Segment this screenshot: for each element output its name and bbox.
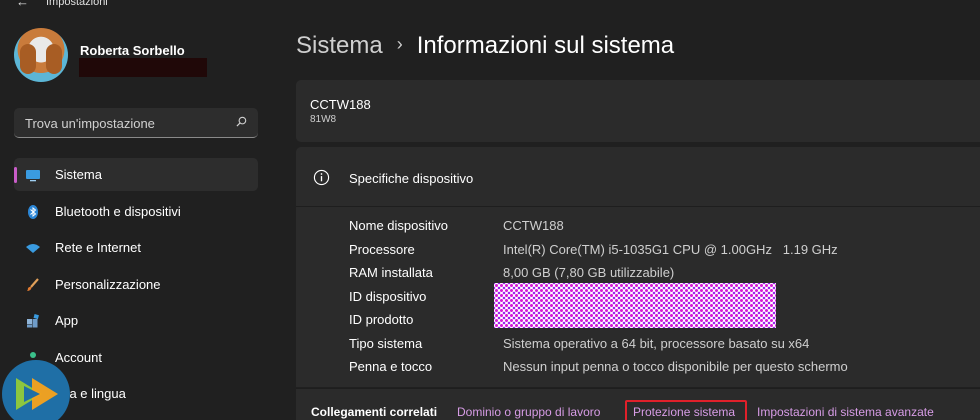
user-profile[interactable]: Roberta Sorbello (14, 28, 264, 88)
domain-workgroup-link[interactable]: Dominio o gruppo di lavoro (457, 405, 600, 419)
chevron-right-icon: › (396, 34, 403, 54)
sidebar-item-label: Bluetooth e dispositivi (55, 203, 181, 219)
apps-icon (27, 314, 39, 328)
advanced-system-settings-link[interactable]: Impostazioni di sistema avanzate (757, 405, 934, 419)
spec-label: ID prodotto (349, 312, 414, 327)
spec-label: ID dispositivo (349, 288, 427, 304)
sidebar-item-label: App (55, 313, 79, 328)
sidebar-item-personalizzazione[interactable]: Personalizzazione (14, 268, 258, 301)
bluetooth-icon (28, 204, 38, 219)
spec-value: Sistema operativo a 64 bit, processore b… (503, 335, 810, 351)
logo-icon (16, 378, 58, 410)
spec-value: Intel(R) Core(TM) i5-1035G1 CPU @ 1.00GH… (503, 241, 838, 257)
search-placeholder: Trova un'impostazione (25, 116, 155, 131)
spec-value: CCTW188 (503, 218, 564, 233)
device-name: CCTW188 (310, 97, 371, 112)
redacted-ids (494, 283, 776, 328)
spec-value: 8,00 GB (7,80 GB utilizzabile) (503, 265, 675, 280)
monitor-icon (26, 170, 40, 182)
spec-label: Penna e tocco (349, 359, 433, 374)
sidebar-item-bluetooth[interactable]: Bluetooth e dispositivi (14, 195, 258, 228)
sidebar-item-label: Sistema (55, 167, 102, 182)
related-label: Collegamenti correlati (311, 405, 438, 419)
logo-badge (2, 360, 70, 420)
spec-value: Nessun input penna o tocco disponibile p… (503, 359, 848, 374)
brush-icon (27, 277, 39, 291)
highlight-box (625, 400, 747, 420)
redacted-email (79, 58, 207, 77)
device-specs-card: Specifiche dispositivo Nome dispositivo … (296, 147, 980, 387)
sidebar-item-rete[interactable]: Rete e Internet (14, 231, 258, 264)
user-name: Roberta Sorbello (80, 43, 185, 58)
spec-label: RAM installata (349, 265, 433, 280)
info-icon (313, 169, 330, 186)
device-card: CCTW188 81W8 (296, 80, 980, 142)
spec-label: Nome dispositivo (349, 218, 448, 233)
device-model: 81W8 (310, 114, 337, 125)
app-title: Impostazioni (46, 0, 108, 8)
active-indicator (14, 167, 17, 183)
spec-label: Tipo sistema (349, 335, 423, 351)
specs-title: Specifiche dispositivo (349, 171, 474, 186)
title-bar: ← Impostazioni (0, 0, 980, 10)
spec-label: Processore (349, 241, 415, 257)
sidebar-item-label: Personalizzazione (55, 276, 161, 292)
sidebar-item-sistema[interactable]: Sistema (14, 158, 258, 191)
wifi-icon (26, 244, 40, 253)
sidebar-item-label: Rete e Internet (55, 240, 141, 255)
breadcrumb: Sistema › Informazioni sul sistema (296, 32, 674, 60)
sidebar-item-app[interactable]: App (14, 304, 258, 337)
avatar (14, 28, 68, 82)
breadcrumb-parent[interactable]: Sistema (296, 32, 383, 59)
specs-header[interactable]: Specifiche dispositivo (296, 147, 980, 207)
search-input[interactable]: Trova un'impostazione (14, 108, 258, 138)
search-icon (236, 116, 247, 127)
back-arrow-icon[interactable]: ← (16, 0, 29, 9)
page-title: Informazioni sul sistema (416, 32, 675, 59)
